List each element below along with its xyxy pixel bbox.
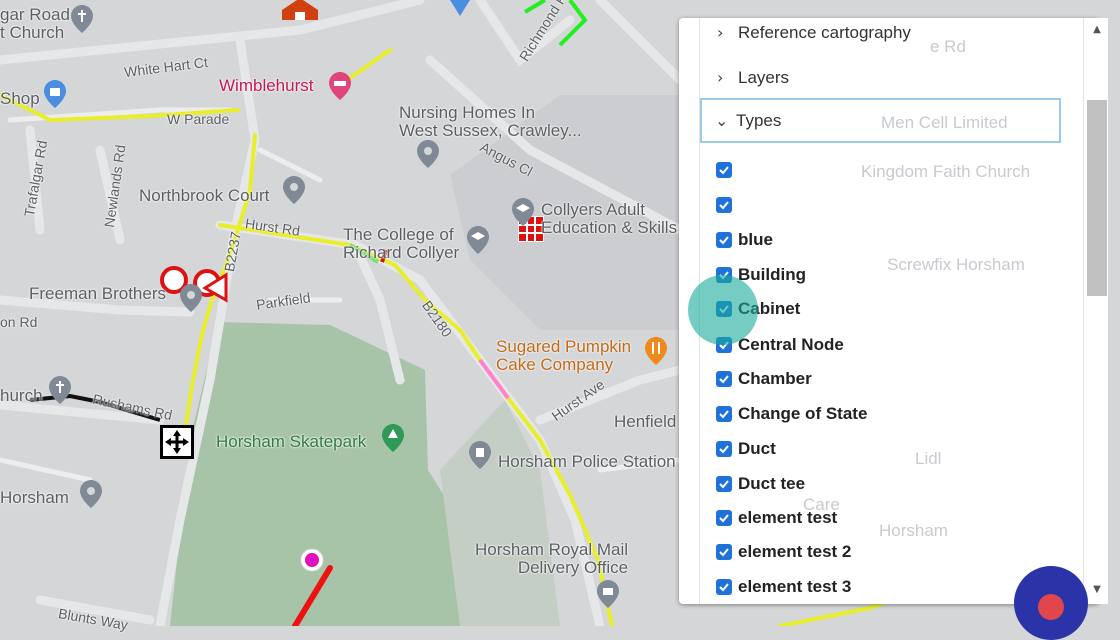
section-label: Layers: [738, 67, 790, 87]
type-label: element test 3: [738, 577, 852, 596]
place-pin-icon[interactable]: [417, 140, 439, 168]
section-reference-cartography[interactable]: › Reference cartography: [700, 18, 1083, 55]
scrollbar-thumb[interactable]: [1087, 100, 1107, 296]
type-label: Duct: [738, 439, 776, 458]
type-label: Chamber: [738, 369, 812, 388]
place-pin-icon[interactable]: [180, 284, 202, 312]
type-label: element test: [738, 508, 838, 527]
scroll-down-arrow-icon[interactable]: ▼: [1088, 584, 1106, 598]
chevron-down-icon: ⌄: [715, 111, 729, 130]
type-label: Duct tee: [738, 474, 806, 493]
map-label-northbrook: Northbrook Court: [139, 186, 270, 205]
type-item-element-test-3[interactable]: element test 3: [716, 571, 851, 603]
green-area: [440, 400, 560, 626]
type-item-duct-tee[interactable]: Duct tee: [716, 468, 805, 500]
school-pin-icon[interactable]: [467, 226, 489, 254]
chevron-right-icon: ›: [717, 23, 724, 42]
map-label-collyers: Collyers Adult Education & Skills: [541, 200, 678, 237]
map-label-police: Horsham Police Station: [498, 452, 676, 471]
map-label-hurch: hurch: [0, 386, 43, 405]
checkbox-checked-icon[interactable]: [716, 441, 732, 457]
map-label-royal-mail: Horsham Royal Mail Delivery Office: [475, 540, 629, 577]
type-item-chamber[interactable]: Chamber: [716, 363, 812, 395]
shop-pin-icon[interactable]: [44, 80, 66, 108]
map-label-w-parade: W Parade: [167, 111, 230, 127]
school-pin-icon[interactable]: [512, 198, 534, 226]
police-pin-icon[interactable]: [469, 441, 491, 469]
place-pin-icon[interactable]: [283, 176, 305, 204]
home-pin: [282, 0, 318, 20]
checkbox-checked-icon[interactable]: [716, 197, 732, 213]
record-icon: [1038, 594, 1064, 620]
map-label-faded-rd: e Rd: [930, 37, 966, 56]
type-item-element-test-2[interactable]: element test 2: [716, 536, 851, 568]
map-label-college: The College of Richard Collyer: [343, 225, 460, 262]
chevron-right-icon: ›: [717, 68, 724, 87]
section-layers[interactable]: › Layers: [700, 55, 1083, 100]
church-pin-icon[interactable]: [71, 5, 93, 33]
cafe-pin-icon[interactable]: [645, 337, 667, 365]
section-label: Reference cartography: [738, 22, 911, 42]
map-label-on-rd: on Rd: [0, 314, 38, 330]
checkbox-checked-icon[interactable]: [716, 476, 732, 492]
checkbox-checked-icon[interactable]: [716, 510, 732, 526]
map-label-skatepark: Horsham Skatepark: [216, 432, 367, 451]
place-pin-icon[interactable]: [450, 0, 470, 16]
map-label-church: gar Road t Church: [0, 5, 70, 42]
type-label: Building: [738, 265, 806, 284]
type-item-duct[interactable]: Duct: [716, 433, 776, 465]
click-ripple: [688, 275, 758, 345]
type-label: element test 2: [738, 542, 852, 561]
type-item[interactable]: [716, 189, 738, 221]
type-label: blue: [738, 230, 773, 249]
map-label-freeman: Freeman Brothers: [29, 284, 166, 303]
type-item[interactable]: [716, 154, 738, 186]
post-office-pin-icon[interactable]: [597, 580, 619, 608]
map-label-horsham: Horsham: [0, 488, 69, 507]
hotel-pin-icon[interactable]: [329, 72, 351, 100]
map-label-shop: Shop: [0, 89, 40, 108]
type-item-change-of-state[interactable]: Change of State: [716, 398, 867, 430]
map-label-wimblehurst: Wimblehurst: [219, 76, 314, 95]
section-types[interactable]: ⌄ Types: [700, 98, 1061, 143]
checkbox-checked-icon[interactable]: [716, 232, 732, 248]
node-symbol: [160, 425, 194, 459]
checkbox-checked-icon[interactable]: [716, 371, 732, 387]
type-label: Change of State: [738, 404, 868, 423]
park-pin-icon[interactable]: [382, 424, 404, 452]
checkbox-checked-icon[interactable]: [716, 162, 732, 178]
place-pin-icon[interactable]: [80, 480, 102, 508]
type-item-blue[interactable]: blue: [716, 224, 773, 256]
checkbox-checked-icon[interactable]: [716, 406, 732, 422]
type-label: Central Node: [738, 335, 844, 354]
checkbox-checked-icon[interactable]: [716, 579, 732, 595]
map-label-nursing: Nursing Homes In West Sussex, Crawley...: [399, 103, 582, 140]
scroll-up-arrow-icon[interactable]: ▲: [1088, 24, 1106, 38]
map-label-sugared: Sugared Pumpkin Cake Company: [496, 337, 632, 374]
type-item-element-test[interactable]: element test: [716, 502, 837, 534]
section-label: Types: [736, 110, 782, 130]
map-label-henfield: Henfield: [614, 412, 677, 431]
church-pin-icon[interactable]: [49, 376, 71, 404]
checkbox-checked-icon[interactable]: [716, 544, 732, 560]
